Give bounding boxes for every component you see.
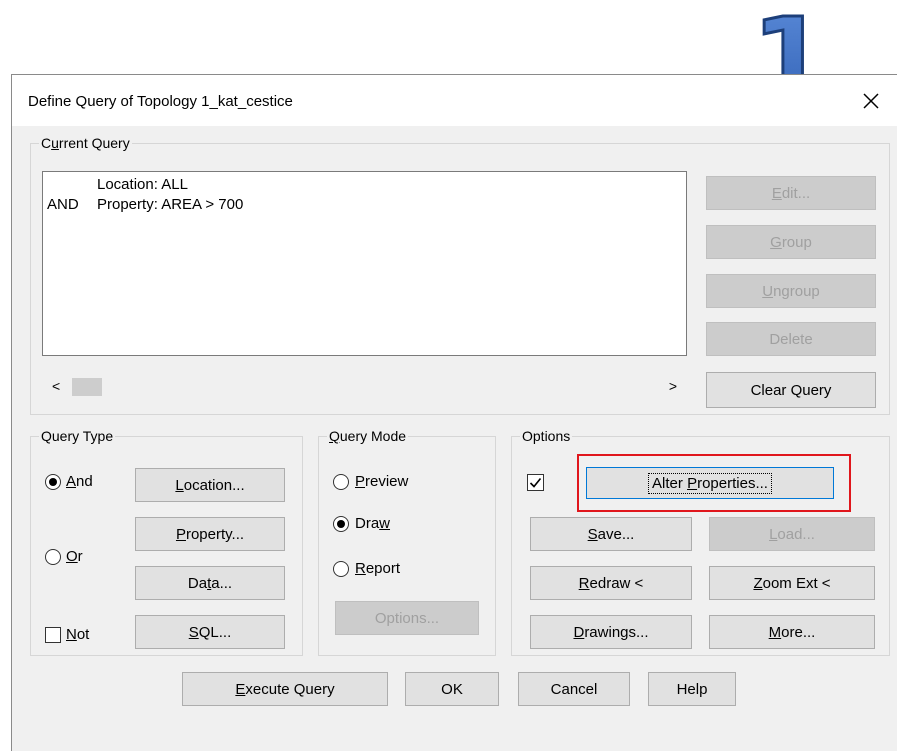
not-checkbox[interactable]: [45, 627, 61, 643]
mode-options-button[interactable]: Options...: [335, 601, 479, 635]
cancel-button[interactable]: Cancel: [518, 672, 630, 706]
property-button[interactable]: Property...: [135, 517, 285, 551]
save-button[interactable]: Save...: [530, 517, 692, 551]
query-type-legend: Query Type: [41, 428, 114, 444]
zoom-extents-button[interactable]: Zoom Ext <: [709, 566, 875, 600]
ungroup-button[interactable]: Ungroup: [706, 274, 876, 308]
report-radio[interactable]: [333, 561, 349, 577]
delete-button[interactable]: Delete: [706, 322, 876, 356]
options-legend: Options: [522, 428, 571, 444]
group-button[interactable]: Group: [706, 225, 876, 259]
query-line-1: Location: ALL: [97, 176, 188, 193]
scroll-right-arrow[interactable]: >: [669, 378, 677, 394]
query-line-2-operator: AND: [47, 196, 79, 213]
data-button[interactable]: Da t a...: [135, 566, 285, 600]
help-button[interactable]: Help: [648, 672, 736, 706]
load-button[interactable]: Load...: [709, 517, 875, 551]
not-label[interactable]: Not: [66, 626, 89, 643]
sql-button[interactable]: S QL...: [135, 615, 285, 649]
more-button[interactable]: More...: [709, 615, 875, 649]
close-icon[interactable]: [853, 83, 889, 119]
scroll-thumb[interactable]: [72, 378, 102, 396]
draw-radio[interactable]: [333, 516, 349, 532]
report-label[interactable]: Report: [355, 560, 400, 577]
preview-radio[interactable]: [333, 474, 349, 490]
options-checkbox[interactable]: [527, 474, 545, 492]
ok-button[interactable]: OK: [405, 672, 499, 706]
dialog-title: Define Query of Topology 1_kat_cestice: [28, 93, 293, 110]
horizontal-scrollbar[interactable]: < >: [42, 376, 687, 398]
and-radio[interactable]: [45, 474, 61, 490]
and-label[interactable]: And: [66, 473, 93, 490]
query-line-2: Property: AREA > 700: [97, 196, 244, 213]
redraw-button[interactable]: Redraw <: [530, 566, 692, 600]
current-query-legend: Current Query: [41, 135, 130, 151]
execute-query-button[interactable]: Execute Query: [182, 672, 388, 706]
highlight-annotation: [577, 454, 851, 512]
draw-label[interactable]: Draw: [355, 515, 390, 532]
location-button[interactable]: Location...: [135, 468, 285, 502]
edit-button[interactable]: Edit...: [706, 176, 876, 210]
scroll-left-arrow[interactable]: <: [52, 378, 60, 394]
or-label[interactable]: Or: [66, 548, 83, 565]
query-mode-legend: Query Mode: [329, 428, 407, 444]
preview-label[interactable]: Preview: [355, 473, 408, 490]
dialog-titlebar: Define Query of Topology 1_kat_cestice: [12, 75, 897, 126]
clear-query-button[interactable]: Clear Query: [706, 372, 876, 408]
query-text-box[interactable]: Location: ALL AND Property: AREA > 700: [42, 171, 687, 356]
or-radio[interactable]: [45, 549, 61, 565]
drawings-button[interactable]: Drawings...: [530, 615, 692, 649]
